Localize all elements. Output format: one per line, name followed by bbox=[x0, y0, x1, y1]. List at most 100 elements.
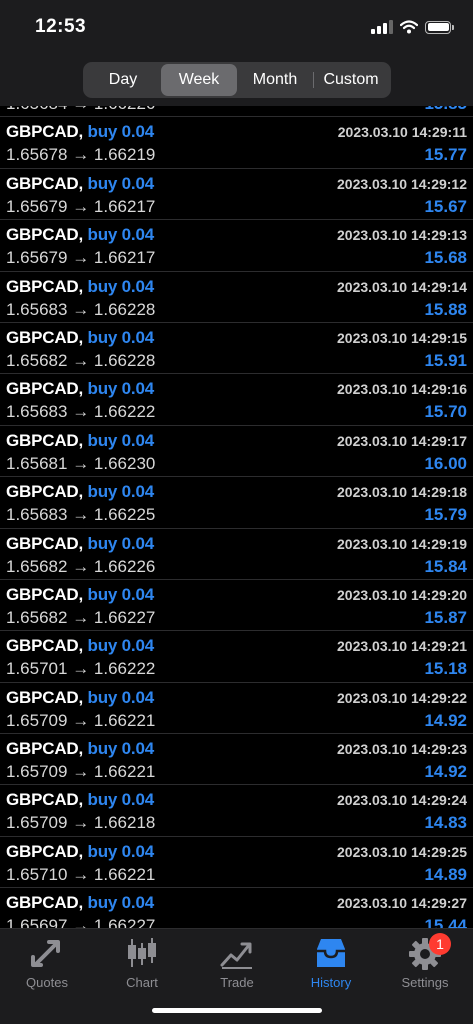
period-tab-day[interactable]: Day bbox=[85, 64, 161, 96]
trade-prices: 1.65682 → 1.66226 bbox=[6, 557, 155, 577]
trade-prices: 1.65679 → 1.66217 bbox=[6, 248, 155, 268]
trade-time: 2023.03.10 14:29:11 bbox=[337, 124, 467, 141]
period-tab-month[interactable]: Month bbox=[237, 64, 313, 96]
trade-prices: 1.65679 → 1.66217 bbox=[6, 197, 155, 217]
open-price: 1.65709 bbox=[6, 813, 68, 833]
close-price: 1.66222 bbox=[93, 402, 156, 422]
trade-row[interactable]: GBPCAD, buy 0.04 1.65679 → 1.66217 2023.03… bbox=[0, 169, 473, 221]
tab-trade[interactable]: Trade bbox=[190, 935, 284, 990]
tab-trade-label: Trade bbox=[220, 975, 254, 990]
trade-symbol: GBPCAD, buy 0.04 bbox=[6, 328, 154, 348]
trade-prices: 1.65709 → 1.66221 bbox=[6, 762, 155, 782]
trade-row[interactable]: GBPCAD, buy 0.04 1.65683 → 1.66225 2023.03… bbox=[0, 477, 473, 529]
trade-profit: 15.67 bbox=[424, 196, 467, 216]
arrow-icon: → bbox=[72, 762, 90, 782]
trade-profit: 15.85 bbox=[424, 106, 467, 114]
trade-symbol: GBPCAD, buy 0.04 bbox=[6, 379, 154, 399]
trade-row[interactable]: GBPCAD, buy 0.04 1.65709 → 1.66221 2023.03… bbox=[0, 683, 473, 735]
trade-prices: 1.65701 → 1.66222 bbox=[6, 659, 155, 679]
symbol-label: GBPCAD, bbox=[6, 636, 83, 656]
arrow-icon: → bbox=[72, 402, 90, 422]
trade-row[interactable]: GBPCAD, buy 0.04 1.65682 → 1.66228 2023.03… bbox=[0, 323, 473, 375]
trade-time: 2023.03.10 14:29:16 bbox=[337, 381, 467, 398]
symbol-label: GBPCAD, bbox=[6, 430, 83, 450]
trade-row[interactable]: GBPCAD, buy 0.04 1.65681 → 1.66230 2023.03… bbox=[0, 426, 473, 478]
trade-side-volume: buy 0.04 bbox=[87, 430, 155, 450]
trade-side-volume: buy 0.04 bbox=[87, 327, 155, 347]
tab-history[interactable]: History bbox=[284, 935, 378, 990]
tab-quotes[interactable]: Quotes bbox=[0, 935, 94, 990]
trade-prices: 1.65681 → 1.66230 bbox=[6, 454, 155, 474]
close-price: 1.66227 bbox=[93, 916, 156, 928]
period-header: Day Week Month Custom bbox=[0, 56, 473, 106]
trade-row[interactable]: GBPCAD, buy 0.04 1.65678 → 1.66219 2023.03… bbox=[0, 117, 473, 169]
trade-side-volume: buy 0.04 bbox=[87, 636, 155, 656]
trade-profit: 16.00 bbox=[424, 453, 467, 473]
arrow-icon: → bbox=[72, 916, 90, 928]
trade-row[interactable]: GBPCAD, buy 0.04 1.65697 → 1.66227 2023.03… bbox=[0, 888, 473, 928]
open-price: 1.65697 bbox=[6, 916, 68, 928]
symbol-label: GBPCAD, bbox=[6, 122, 83, 142]
close-price: 1.66226 bbox=[94, 106, 155, 113]
trade-time: 2023.03.10 14:29:17 bbox=[337, 432, 467, 449]
close-price: 1.66217 bbox=[93, 196, 156, 216]
trade-side-volume: buy 0.04 bbox=[87, 841, 155, 861]
arrow-icon: → bbox=[72, 106, 89, 113]
symbol-label: GBPCAD, bbox=[6, 379, 83, 399]
period-segmented-control: Day Week Month Custom bbox=[83, 62, 391, 98]
trade-time: 2023.03.10 14:29:13 bbox=[337, 227, 467, 244]
cellular-signal-icon bbox=[371, 20, 393, 34]
symbol-label: GBPCAD, bbox=[6, 533, 83, 553]
close-price: 1.66225 bbox=[93, 505, 156, 525]
trade-prices: 1.65683 → 1.66225 bbox=[6, 505, 155, 525]
arrow-icon: → bbox=[72, 607, 90, 627]
trade-prices: 1.65710 → 1.66221 bbox=[6, 865, 155, 885]
period-tab-week[interactable]: Week bbox=[161, 64, 237, 96]
trade-row[interactable]: GBPCAD, buy 0.04 1.65710 → 1.66221 2023.03… bbox=[0, 837, 473, 889]
trade-symbol: GBPCAD, buy 0.04 bbox=[6, 688, 154, 708]
trade-prices: 1.65683 → 1.66222 bbox=[6, 402, 155, 422]
status-time: 12:53 bbox=[35, 16, 87, 37]
trade-prices: 1.65682 → 1.66228 bbox=[6, 351, 155, 371]
symbol-label: GBPCAD, bbox=[6, 173, 83, 193]
open-price: 1.65681 bbox=[6, 453, 68, 473]
trade-profit: 15.18 bbox=[424, 659, 467, 679]
tab-settings[interactable]: 1 Settings bbox=[378, 933, 472, 990]
trade-row[interactable]: GBPCAD, buy 0.04 1.65683 → 1.66228 2023.03… bbox=[0, 272, 473, 323]
trade-profit: 15.79 bbox=[424, 505, 467, 525]
trade-row[interactable]: GBPCAD, buy 0.04 1.65679 → 1.66217 2023.03… bbox=[0, 220, 473, 272]
symbol-label: GBPCAD, bbox=[6, 327, 83, 347]
trade-row[interactable]: GBPCAD, buy 0.04 1.65701 → 1.66222 2023.03… bbox=[0, 631, 473, 683]
arrow-icon: → bbox=[72, 659, 90, 679]
history-list[interactable]: GBPCAD, buy 0.04 1.65684 → 1.66226 2023.03… bbox=[0, 106, 473, 928]
tab-history-label: History bbox=[310, 975, 352, 990]
trade-row[interactable]: GBPCAD, buy 0.04 1.65709 → 1.66218 2023.03… bbox=[0, 785, 473, 837]
trade-side-volume: buy 0.04 bbox=[87, 893, 155, 913]
trade-row[interactable]: GBPCAD, buy 0.04 1.65683 → 1.66222 2023.03… bbox=[0, 374, 473, 426]
history-icon bbox=[317, 939, 345, 967]
trade-symbol: GBPCAD, buy 0.04 bbox=[6, 122, 154, 142]
trade-symbol: GBPCAD, buy 0.04 bbox=[6, 636, 154, 656]
trade-symbol: GBPCAD, buy 0.04 bbox=[6, 739, 154, 759]
trade-side-volume: buy 0.04 bbox=[87, 482, 155, 502]
open-price: 1.65682 bbox=[6, 607, 68, 627]
trade-profit: 15.88 bbox=[424, 299, 467, 319]
status-bar: 12:53 bbox=[0, 0, 473, 56]
trade-profit: 15.84 bbox=[424, 556, 467, 576]
tab-settings-label: Settings bbox=[401, 975, 449, 990]
trade-row[interactable]: GBPCAD, buy 0.041.65684 → 1.662262023.03… bbox=[0, 106, 473, 118]
close-price: 1.66228 bbox=[93, 350, 156, 370]
trade-profit: 15.87 bbox=[424, 607, 467, 627]
period-tab-custom[interactable]: Custom bbox=[313, 64, 389, 96]
trade-row[interactable]: GBPCAD, buy 0.04 1.65682 → 1.66227 2023.03… bbox=[0, 580, 473, 632]
open-price: 1.65678 bbox=[6, 145, 68, 165]
trade-row[interactable]: GBPCAD, buy 0.04 1.65709 → 1.66221 2023.03… bbox=[0, 734, 473, 786]
symbol-label: GBPCAD, bbox=[6, 225, 83, 245]
trade-profit: 15.77 bbox=[424, 145, 467, 165]
open-price: 1.65710 bbox=[6, 864, 68, 884]
trade-time: 2023.03.10 14:29:20 bbox=[337, 586, 467, 603]
trade-row[interactable]: GBPCAD, buy 0.04 1.65682 → 1.66226 2023.03… bbox=[0, 529, 473, 580]
tab-quotes-label: Quotes bbox=[26, 975, 68, 990]
tab-chart[interactable]: Chart bbox=[95, 935, 189, 990]
open-price: 1.65682 bbox=[6, 556, 68, 576]
